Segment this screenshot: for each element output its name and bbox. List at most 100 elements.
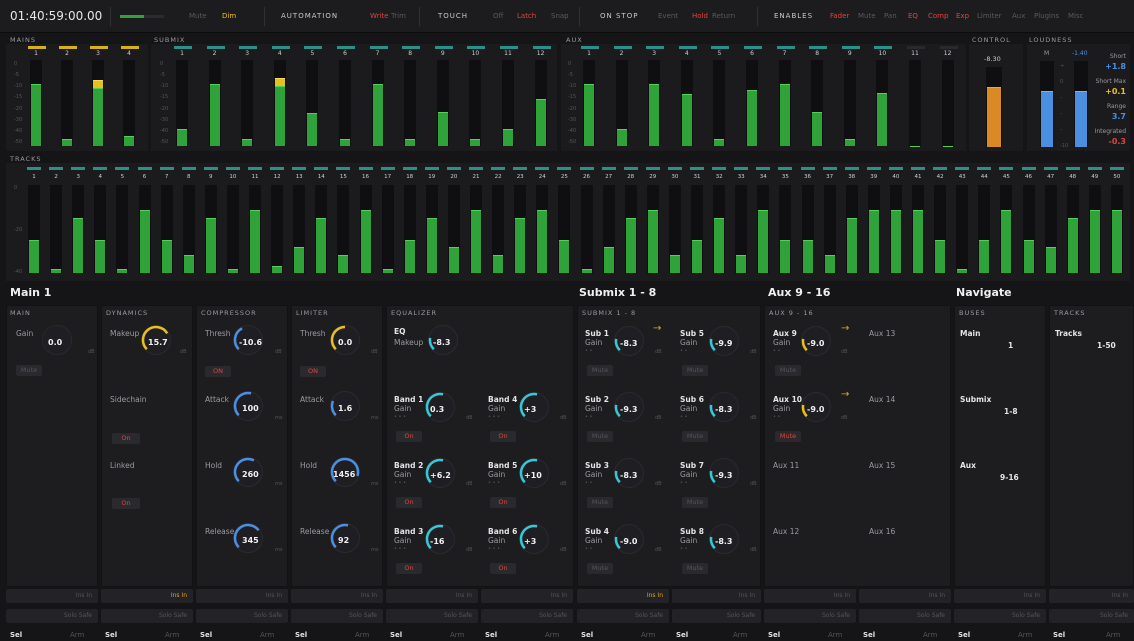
limiter-on-button[interactable]: ON <box>300 366 326 377</box>
aux-peak <box>841 46 860 49</box>
enable-eq-button[interactable]: EQ <box>908 0 918 33</box>
onstop-hold-button[interactable]: Hold <box>692 0 708 33</box>
submix-gain-label: Gain <box>680 338 698 347</box>
comp-on-button[interactable]: ON <box>205 366 231 377</box>
enable-aux-button[interactable]: Aux <box>1012 0 1025 33</box>
main-mute-button[interactable]: Mute <box>16 365 42 376</box>
insert-in-button[interactable]: Ins In <box>291 589 383 603</box>
enable-plugins-button[interactable]: Plugins <box>1034 0 1059 33</box>
insert-in-button[interactable]: Ins In <box>6 589 98 603</box>
select-button[interactable]: Sel <box>200 631 212 639</box>
nav-submix-value[interactable]: 1-8 <box>1004 407 1018 416</box>
submix-mute-button[interactable]: Mute <box>682 365 708 376</box>
submix-mute-button[interactable]: Mute <box>587 563 613 574</box>
solo-safe-button[interactable]: Solo Safe <box>577 609 669 623</box>
arm-button[interactable]: Arm <box>450 631 464 639</box>
nav-aux-label[interactable]: Aux <box>960 461 976 470</box>
select-button[interactable]: Sel <box>676 631 688 639</box>
nav-main-value[interactable]: 1 <box>1008 341 1013 350</box>
solo-safe-button[interactable]: Solo Safe <box>954 609 1046 623</box>
insert-in-button[interactable]: Ins In <box>954 589 1046 603</box>
nav-tracks-label[interactable]: Tracks <box>1055 329 1082 338</box>
arm-button[interactable]: Arm <box>923 631 937 639</box>
automation-trim-button[interactable]: Trim <box>391 0 406 33</box>
eq-band-on-button[interactable]: On <box>396 563 422 574</box>
eq-band-on-button[interactable]: On <box>396 431 422 442</box>
arm-button[interactable]: Arm <box>70 631 84 639</box>
solo-safe-button[interactable]: Solo Safe <box>196 609 288 623</box>
arm-button[interactable]: Arm <box>545 631 559 639</box>
submix-mute-button[interactable]: Mute <box>682 431 708 442</box>
solo-safe-button[interactable]: Solo Safe <box>672 609 761 623</box>
insert-in-button[interactable]: Ins In <box>481 589 573 603</box>
enable-mute-button[interactable]: Mute <box>858 0 876 33</box>
nav-tracks-value[interactable]: 1-50 <box>1097 341 1116 350</box>
insert-in-button[interactable]: Ins In <box>101 589 193 603</box>
submix-mute-button[interactable]: Mute <box>587 431 613 442</box>
solo-safe-button[interactable]: Solo Safe <box>764 609 856 623</box>
select-button[interactable]: Sel <box>958 631 970 639</box>
eq-band-on-button[interactable]: On <box>490 497 516 508</box>
select-button[interactable]: Sel <box>581 631 593 639</box>
arm-button[interactable]: Arm <box>1106 631 1120 639</box>
linked-on-button[interactable]: On <box>112 498 140 509</box>
enable-comp-button[interactable]: Comp <box>928 0 948 33</box>
insert-in-button[interactable]: Ins In <box>196 589 288 603</box>
insert-in-button[interactable]: Ins In <box>672 589 761 603</box>
eq-band-on-button[interactable]: On <box>490 563 516 574</box>
arm-button[interactable]: Arm <box>165 631 179 639</box>
aux-mute-button[interactable]: Mute <box>775 431 801 442</box>
submix-mute-button[interactable]: Mute <box>682 563 708 574</box>
mute-button[interactable]: Mute <box>189 0 207 33</box>
enable-pan-button[interactable]: Pan <box>884 0 897 33</box>
automation-write-button[interactable]: Write <box>370 0 388 33</box>
enable-exp-button[interactable]: Exp <box>956 0 969 33</box>
arm-button[interactable]: Arm <box>733 631 747 639</box>
eq-band-on-button[interactable]: On <box>490 431 516 442</box>
submix-mute-button[interactable]: Mute <box>682 497 708 508</box>
insert-in-button[interactable]: Ins In <box>764 589 856 603</box>
arm-button[interactable]: Arm <box>641 631 655 639</box>
enable-misc-button[interactable]: Misc <box>1068 0 1083 33</box>
touch-snap-button[interactable]: Snap <box>551 0 569 33</box>
aux-mute-button[interactable]: Mute <box>775 365 801 376</box>
solo-safe-button[interactable]: Solo Safe <box>859 609 951 623</box>
solo-safe-button[interactable]: Solo Safe <box>291 609 383 623</box>
enable-fader-button[interactable]: Fader <box>830 0 849 33</box>
touch-latch-button[interactable]: Latch <box>517 0 536 33</box>
solo-safe-button[interactable]: Solo Safe <box>1049 609 1134 623</box>
arm-button[interactable]: Arm <box>355 631 369 639</box>
select-button[interactable]: Sel <box>10 631 22 639</box>
submix-mute-button[interactable]: Mute <box>587 497 613 508</box>
eq-band-on-button[interactable]: On <box>396 497 422 508</box>
dim-button[interactable]: Dim <box>222 0 236 33</box>
arm-button[interactable]: Arm <box>828 631 842 639</box>
touch-off-button[interactable]: Off <box>493 0 503 33</box>
arm-button[interactable]: Arm <box>260 631 274 639</box>
solo-safe-button[interactable]: Solo Safe <box>101 609 193 623</box>
insert-in-button[interactable]: Ins In <box>859 589 951 603</box>
solo-safe-button[interactable]: Solo Safe <box>386 609 478 623</box>
nav-main-label[interactable]: Main <box>960 329 980 338</box>
solo-safe-button[interactable]: Solo Safe <box>6 609 98 623</box>
nav-aux-value[interactable]: 9-16 <box>1000 473 1019 482</box>
insert-in-button[interactable]: Ins In <box>577 589 669 603</box>
solo-safe-button[interactable]: Solo Safe <box>481 609 573 623</box>
arm-button[interactable]: Arm <box>1018 631 1032 639</box>
select-button[interactable]: Sel <box>1053 631 1065 639</box>
insert-in-button[interactable]: Ins In <box>1049 589 1134 603</box>
select-button[interactable]: Sel <box>768 631 780 639</box>
onstop-return-button[interactable]: Return <box>712 0 735 33</box>
aux-scale: -15 <box>568 94 577 100</box>
nav-submix-label[interactable]: Submix <box>960 395 991 404</box>
select-button[interactable]: Sel <box>295 631 307 639</box>
enable-limiter-button[interactable]: Limiter <box>977 0 1002 33</box>
select-button[interactable]: Sel <box>390 631 402 639</box>
onstop-event-button[interactable]: Event <box>658 0 678 33</box>
insert-in-button[interactable]: Ins In <box>386 589 478 603</box>
submix-mute-button[interactable]: Mute <box>587 365 613 376</box>
select-button[interactable]: Sel <box>485 631 497 639</box>
select-button[interactable]: Sel <box>105 631 117 639</box>
select-button[interactable]: Sel <box>863 631 875 639</box>
sidechain-on-button[interactable]: On <box>112 433 140 444</box>
